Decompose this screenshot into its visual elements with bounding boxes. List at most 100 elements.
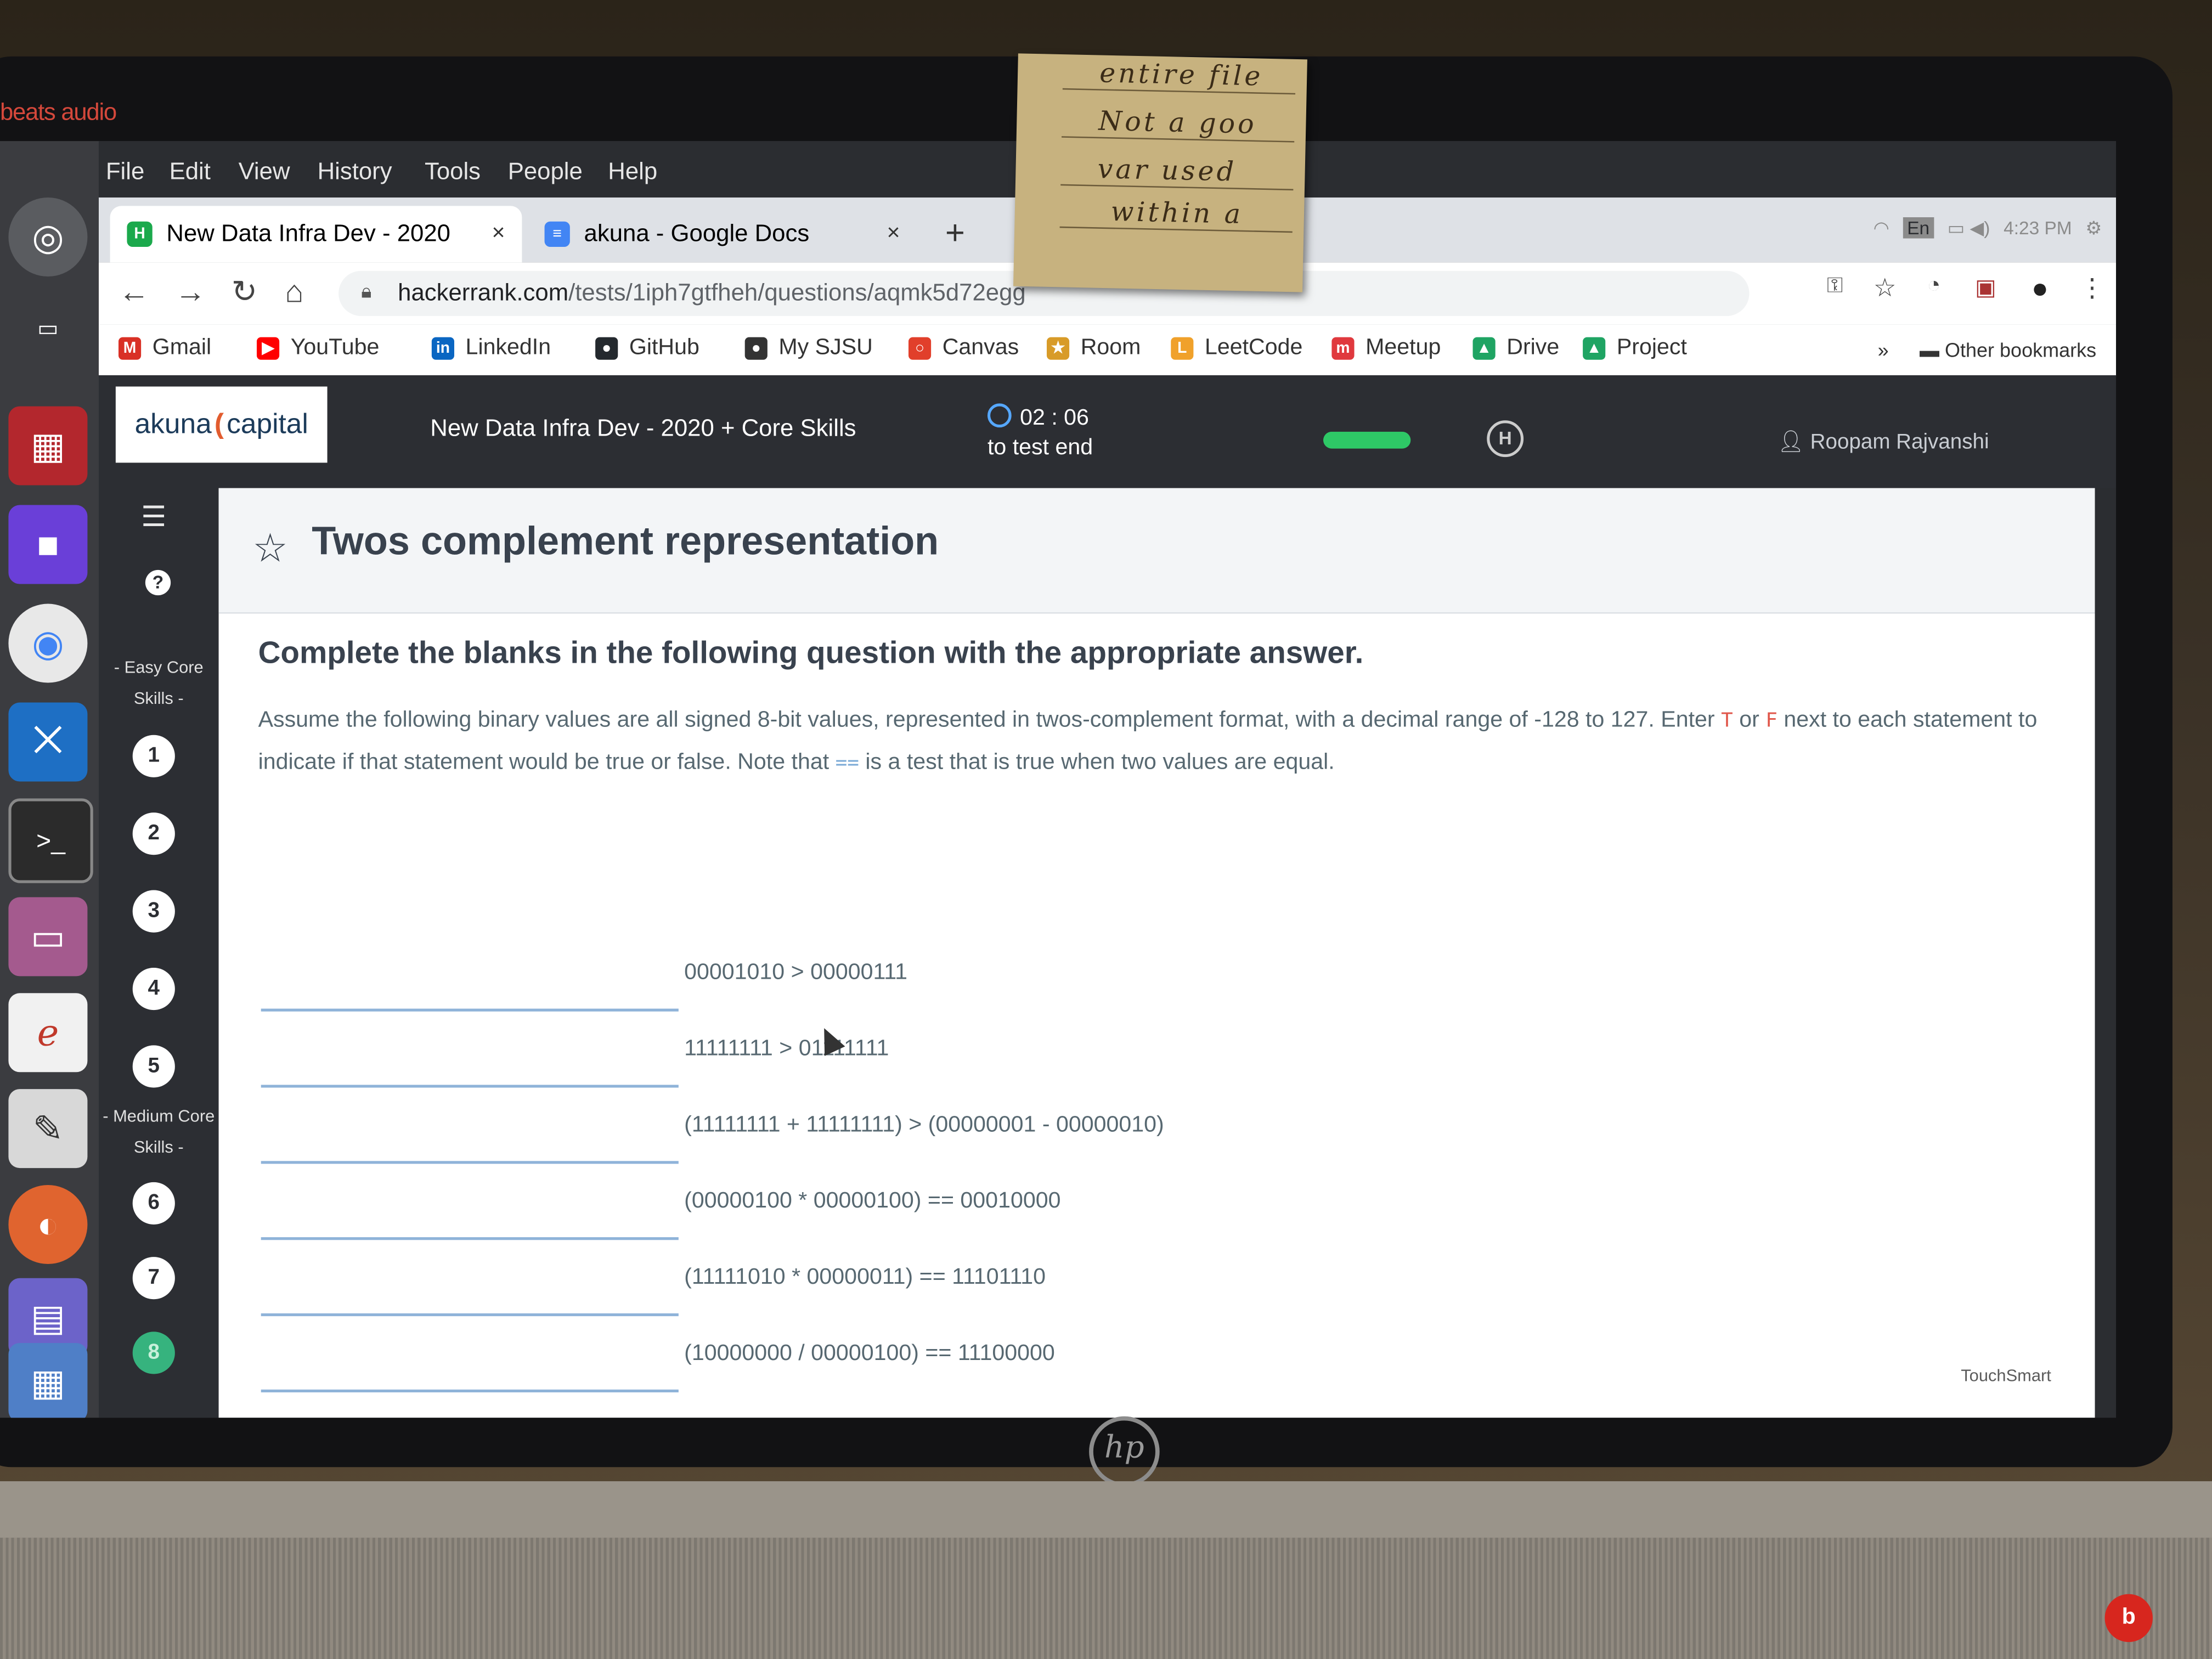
bookmark-10[interactable]: ▲ Project [1583, 336, 1687, 361]
question-panel: ☆ Twos complement representation Complet… [218, 488, 2095, 1418]
close-icon[interactable]: × [887, 222, 900, 247]
bookmark-label: Drive [1506, 335, 1560, 360]
star-icon[interactable]: ☆ [252, 525, 288, 572]
answer-blank [261, 966, 685, 1012]
menu-edit[interactable]: Edit [170, 158, 211, 186]
workspace-icon[interactable]: ▭ [8, 308, 87, 350]
extension-icon[interactable]: ◔ [1927, 274, 1941, 299]
wifi-icon[interactable]: ◠ [1874, 217, 1889, 239]
star-bookmark-icon[interactable]: ☆ [1874, 274, 1897, 303]
home-icon[interactable]: ⌂ [285, 274, 303, 311]
statement-text: (11111010 * 00000011) == 11101110 [684, 1265, 1046, 1290]
help-icon[interactable]: ? [145, 569, 171, 596]
bookmark-9[interactable]: ▲ Drive [1472, 335, 1560, 361]
question-nav-4[interactable]: 4 [132, 967, 175, 1011]
bookmark-7[interactable]: L LeetCode [1171, 336, 1302, 361]
beats-badge: b [2104, 1594, 2153, 1643]
text-editor-icon[interactable]: ℯ [8, 993, 88, 1073]
system-monitor-icon[interactable]: ▦ [8, 406, 88, 486]
bookmark-favicon-icon: ○ [908, 337, 932, 360]
answer-input[interactable] [261, 1119, 685, 1161]
chrome-icon[interactable]: ◉ [8, 603, 88, 683]
menu-people[interactable]: People [508, 158, 583, 186]
bookmark-label: YouTube [290, 335, 380, 360]
bookmark-5[interactable]: ○ Canvas [908, 336, 1019, 361]
bookmark-8[interactable]: m Meetup [1331, 336, 1441, 361]
tab-hackerrank[interactable]: H New Data Infra Dev - 2020 × [110, 206, 522, 263]
question-nav-2[interactable]: 2 [132, 812, 175, 855]
bookmark-favicon-icon: m [1331, 337, 1355, 360]
vscode-icon[interactable]: ⨉ [8, 702, 88, 782]
menu-history[interactable]: History [318, 158, 392, 186]
folder-icon: ▬ [1919, 338, 1939, 362]
bookmark-label: Meetup [1365, 335, 1441, 360]
answer-input[interactable] [261, 1271, 685, 1313]
bookmark-1[interactable]: ▶ YouTube [256, 335, 380, 361]
menu-view[interactable]: View [239, 158, 290, 186]
clock-icon [987, 403, 1012, 428]
user-name-text: Roopam Rajvanshi [1810, 430, 1989, 454]
profile-avatar[interactable]: ● [2032, 274, 2049, 306]
writer-icon[interactable]: ✎ [8, 1089, 88, 1169]
question-nav-7[interactable]: 7 [132, 1257, 175, 1300]
question-nav-8[interactable]: 8 [132, 1331, 175, 1374]
workspaces-icon[interactable]: ■ [8, 505, 88, 584]
volume-icon[interactable]: ◀) [1970, 217, 1990, 239]
url-path: /tests/1iph7gtfheh/questions/aqmk5d72egg [568, 279, 1026, 306]
answer-input[interactable] [261, 966, 685, 1009]
close-icon[interactable]: × [492, 222, 505, 247]
bookmark-4[interactable]: ● My SJSU [744, 336, 873, 361]
ubuntu-logo-icon[interactable]: ◎ [8, 197, 88, 276]
bookmark-favicon-icon: ● [744, 337, 768, 360]
question-nav-6[interactable]: 6 [132, 1182, 175, 1224]
answer-input[interactable] [261, 1347, 685, 1390]
other-bookmarks[interactable]: » ▬ Other bookmarks [1878, 338, 2096, 361]
other-bookmarks-label: Other bookmarks [1944, 338, 2097, 362]
sticky-note: entire file Not a goo var used within a [1013, 53, 1307, 292]
pdf-extension-icon[interactable]: ▣ [1975, 274, 1996, 302]
desc-part-a: Assume the following binary values are a… [258, 708, 1722, 732]
bookmark-3[interactable]: ● GitHub [595, 336, 699, 361]
back-arrow-icon[interactable]: ← [119, 274, 150, 311]
question-nav-5[interactable]: 5 [132, 1045, 175, 1088]
new-tab-button[interactable]: + [945, 215, 965, 254]
bookmark-2[interactable]: in LinkedIn [431, 336, 551, 361]
files-icon[interactable]: ▭ [8, 897, 88, 977]
logo-left: akuna [134, 408, 212, 439]
list-icon[interactable]: ☰ [141, 499, 166, 534]
settings-gear-icon[interactable]: ⚙ [2085, 217, 2102, 239]
bookmark-6[interactable]: ★ Room [1046, 336, 1141, 361]
menu-help[interactable]: Help [608, 158, 657, 186]
timer-label: to test end [987, 436, 1093, 460]
tab-title: akuna - Google Docs [584, 220, 810, 247]
answer-input[interactable] [261, 1042, 685, 1085]
answer-blank [261, 1119, 685, 1164]
test-title: New Data Infra Dev - 2020 + Core Skills [430, 414, 856, 442]
hackerrank-logo-icon: H [1487, 420, 1524, 458]
menu-dots-icon[interactable]: ⋮ [2079, 274, 2104, 303]
firefox-icon[interactable]: ◐ [8, 1184, 88, 1264]
question-nav-1[interactable]: 1 [132, 735, 175, 777]
reload-icon[interactable]: ↻ [232, 274, 257, 311]
note-line-1: entire file [1099, 58, 1264, 93]
url-text[interactable]: hackerrank.com/tests/1iph7gtfheh/questio… [398, 279, 1026, 307]
question-nav-3[interactable]: 3 [132, 890, 175, 933]
menu-file[interactable]: File [106, 158, 144, 186]
statement-row: (11111010 * 00000011) == 11101110 [261, 1266, 1531, 1342]
menu-tools[interactable]: Tools [425, 158, 481, 186]
clock[interactable]: 4:23 PM [2004, 217, 2072, 239]
bookmark-0[interactable]: M Gmail [118, 336, 211, 361]
answer-input[interactable] [261, 1194, 685, 1238]
forward-arrow-icon[interactable]: → [175, 274, 206, 311]
section-medium-label: - Medium Core Skills - [103, 1105, 215, 1157]
tab-google-docs[interactable]: ≡ akuna - Google Docs × [528, 206, 917, 262]
note-line-4: within a [1110, 196, 1244, 230]
user-name[interactable]: 👤︎ Roopam Rajvanshi [1778, 429, 1989, 454]
keyboard-language[interactable]: En [1903, 217, 1934, 239]
key-icon[interactable]: ⚿ [1827, 274, 1843, 298]
hp-logo: hp [1089, 1416, 1160, 1487]
terminal-icon[interactable]: >_ [8, 798, 93, 883]
bookmarks-more-icon[interactable]: » [1878, 338, 1889, 361]
presentation-icon[interactable]: ▦ [8, 1342, 88, 1418]
battery-icon[interactable]: ▭ [1948, 217, 1965, 239]
